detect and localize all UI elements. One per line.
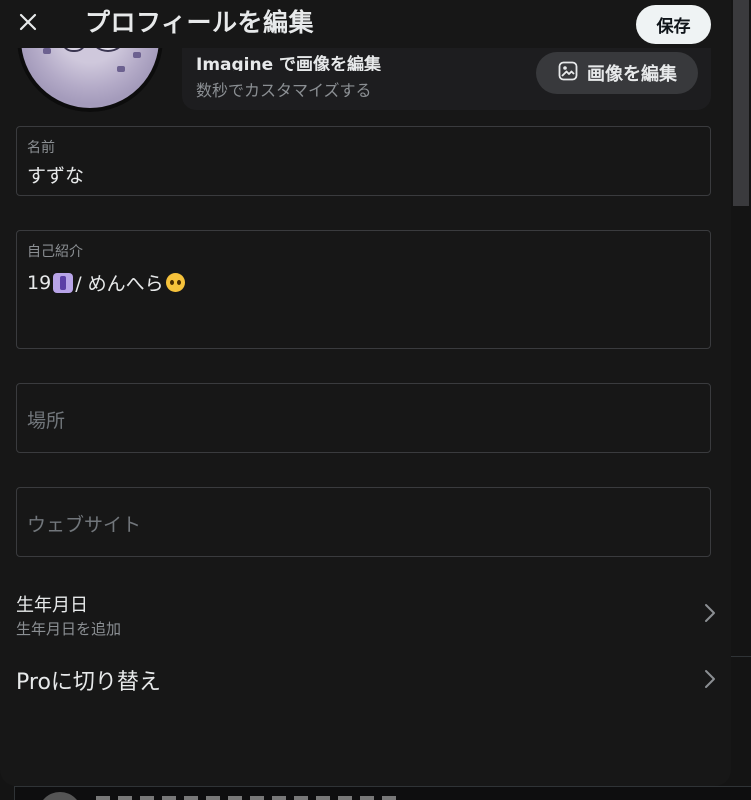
avatar-pattern xyxy=(117,66,125,72)
birthday-subtitle: 生年月日を追加 xyxy=(16,620,122,638)
birthday-row[interactable]: 生年月日 生年月日を追加 xyxy=(16,591,716,638)
edit-profile-modal: Imagine で画像を編集 数秒でカスタマイズする 画像を編集 プロフィールを… xyxy=(0,0,731,786)
page-title: プロフィールを編集 xyxy=(85,8,315,37)
pro-title: Proに切り替え xyxy=(16,670,161,695)
elevator-emoji-icon xyxy=(53,272,74,293)
imagine-card: Imagine で画像を編集 数秒でカスタマイズする 画像を編集 xyxy=(182,44,711,110)
location-placeholder: 場所 xyxy=(27,410,66,432)
imagine-title: Imagine で画像を編集 xyxy=(196,55,382,75)
app-screen: Imagine で画像を編集 数秒でカスタマイズする 画像を編集 プロフィールを… xyxy=(0,0,751,800)
background-divider xyxy=(731,656,751,657)
save-button[interactable]: 保存 xyxy=(636,5,711,44)
image-edit-icon xyxy=(557,60,579,87)
website-placeholder: ウェブサイト xyxy=(27,514,142,536)
bio-text-start: 19 xyxy=(27,271,52,294)
avatar-pattern xyxy=(43,48,51,54)
background-scrollbar[interactable] xyxy=(733,0,749,206)
website-field[interactable]: ウェブサイト xyxy=(16,487,711,557)
close-button[interactable] xyxy=(8,4,48,44)
name-field[interactable]: 名前 すずな xyxy=(16,126,711,196)
imagine-subtitle: 数秒でカスタマイズする xyxy=(196,81,372,100)
name-value: すずな xyxy=(27,165,85,187)
modal-header: プロフィールを編集 保存 xyxy=(0,0,731,48)
bio-value: 19 / めんへら xyxy=(27,269,185,296)
switch-to-pro-row[interactable]: Proに切り替え xyxy=(16,664,716,696)
avatar-pattern xyxy=(133,52,141,58)
bio-text-end: / めんへら xyxy=(75,273,164,295)
chevron-right-icon xyxy=(704,603,716,627)
bio-field[interactable]: 自己紹介 19 / めんへら xyxy=(16,230,711,349)
bio-label: 自己紹介 xyxy=(27,244,83,260)
edit-image-label: 画像を編集 xyxy=(587,64,677,85)
birthday-title: 生年月日 xyxy=(16,595,88,616)
edit-image-button[interactable]: 画像を編集 xyxy=(536,52,698,94)
location-field[interactable]: 場所 xyxy=(16,383,711,453)
pleading-face-emoji-icon xyxy=(165,273,185,292)
name-label: 名前 xyxy=(27,140,55,156)
background-text xyxy=(96,796,396,800)
close-icon xyxy=(18,12,38,36)
chevron-right-icon xyxy=(704,669,716,693)
